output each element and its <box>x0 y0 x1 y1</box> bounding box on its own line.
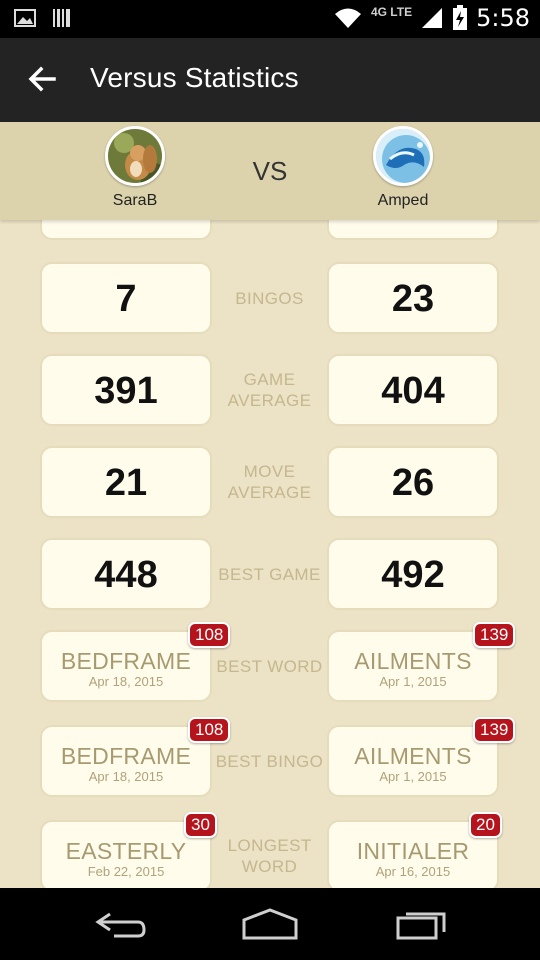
stat-label: LONGEST WORD <box>227 836 312 876</box>
battery-charging-icon <box>453 5 468 30</box>
stat-row-longest-word: EASTERLY Feb 22, 2015 30 LONGEST WORD IN… <box>0 812 540 888</box>
stat-value: 404 <box>381 370 445 412</box>
nav-recents-icon[interactable] <box>392 906 452 942</box>
stat-value: 492 <box>381 554 445 596</box>
word-card-right[interactable]: AILMENTS Apr 1, 2015 139 <box>327 622 516 702</box>
app-bar: Versus Statistics <box>0 38 540 122</box>
stat-card-right: 23 <box>327 262 499 334</box>
player-name: SaraB <box>112 192 158 209</box>
stat-label: BEST BINGO <box>215 751 324 771</box>
stat-row-best-game: 448 BEST GAME 492 <box>0 538 540 610</box>
word-card-left[interactable]: BEDFRAME Apr 18, 2015 108 <box>40 622 231 702</box>
stat-row-partial <box>0 220 540 240</box>
status-bar: 4G LTE 5:58 <box>0 0 540 38</box>
stat-card-right: 492 <box>327 538 499 610</box>
navigation-bar <box>0 888 540 960</box>
page-title: Versus Statistics <box>90 62 299 93</box>
stat-value: 391 <box>94 370 158 412</box>
water-splash-avatar-image <box>376 129 430 183</box>
avatar[interactable] <box>105 126 165 186</box>
back-arrow-icon[interactable] <box>24 62 60 98</box>
stat-card-left: 21 <box>40 446 212 518</box>
stat-card-left: 448 <box>40 538 212 610</box>
score-badge: 139 <box>473 717 516 743</box>
stat-card-left: 391 <box>40 354 212 426</box>
stat-row-best-bingo: BEDFRAME Apr 18, 2015 108 BEST BINGO AIL… <box>0 717 540 797</box>
word-card-right[interactable]: INITIALER Apr 16, 2015 20 <box>327 812 502 888</box>
score-badge: 20 <box>469 812 502 838</box>
barcode-notification-icon <box>53 9 70 27</box>
stat-label: BEST WORD <box>216 656 323 676</box>
vs-label: VS <box>252 156 288 186</box>
network-type: 4G LTE <box>370 5 413 19</box>
stat-card-right <box>327 220 499 240</box>
word-text: BEDFRAME <box>60 743 192 769</box>
avatar[interactable] <box>373 126 433 186</box>
word-text: BEDFRAME <box>60 648 192 674</box>
nav-home-icon[interactable] <box>240 906 300 942</box>
stat-label: BEST GAME <box>218 564 321 584</box>
stat-card-right: 404 <box>327 354 499 426</box>
player-left[interactable]: SaraB <box>65 126 205 210</box>
stats-list[interactable]: 7 BINGOS 23 391 GAME AVERAGE 404 21 MOVE… <box>0 220 540 888</box>
word-card-right[interactable]: AILMENTS Apr 1, 2015 139 <box>327 717 516 797</box>
stat-value: 26 <box>391 462 435 504</box>
word-date: Apr 1, 2015 <box>379 674 447 689</box>
gallery-notification-icon <box>14 9 36 27</box>
word-date: Feb 22, 2015 <box>87 864 165 879</box>
word-date: Apr 16, 2015 <box>375 864 451 879</box>
player-name: Amped <box>377 192 429 209</box>
stat-row-move-average: 21 MOVE AVERAGE 26 <box>0 446 540 518</box>
stat-card-left <box>40 220 212 240</box>
stat-label: GAME AVERAGE <box>227 370 312 410</box>
word-text: EASTERLY <box>65 838 187 864</box>
stat-label: BINGOS <box>235 288 304 308</box>
word-card-left[interactable]: EASTERLY Feb 22, 2015 30 <box>40 812 217 888</box>
stat-value: 7 <box>115 278 137 320</box>
stat-row-best-word: BEDFRAME Apr 18, 2015 108 BEST WORD AILM… <box>0 622 540 702</box>
clock: 5:58 <box>476 4 530 32</box>
stat-value: 448 <box>94 554 158 596</box>
stat-value: 21 <box>104 462 148 504</box>
wifi-icon <box>334 8 361 28</box>
squirrel-avatar-image <box>108 129 162 183</box>
stat-card-left: 7 <box>40 262 212 334</box>
word-date: Apr 18, 2015 <box>88 674 164 689</box>
word-text: INITIALER <box>356 838 470 864</box>
cell-signal-icon <box>422 8 443 28</box>
player-right[interactable]: Amped <box>333 126 473 210</box>
nav-back-icon[interactable] <box>90 906 150 942</box>
stat-row-bingos: 7 BINGOS 23 <box>0 262 540 334</box>
word-text: AILMENTS <box>354 648 472 674</box>
stat-label: MOVE AVERAGE <box>227 462 312 502</box>
versus-header: SaraB VS Amped <box>0 122 540 220</box>
word-card-left[interactable]: BEDFRAME Apr 18, 2015 108 <box>40 717 231 797</box>
stat-card-right: 26 <box>327 446 499 518</box>
word-date: Apr 1, 2015 <box>379 769 447 784</box>
stat-value: 23 <box>391 278 435 320</box>
word-date: Apr 18, 2015 <box>88 769 164 784</box>
score-badge: 139 <box>473 622 516 648</box>
stat-row-game-average: 391 GAME AVERAGE 404 <box>0 354 540 426</box>
word-text: AILMENTS <box>354 743 472 769</box>
